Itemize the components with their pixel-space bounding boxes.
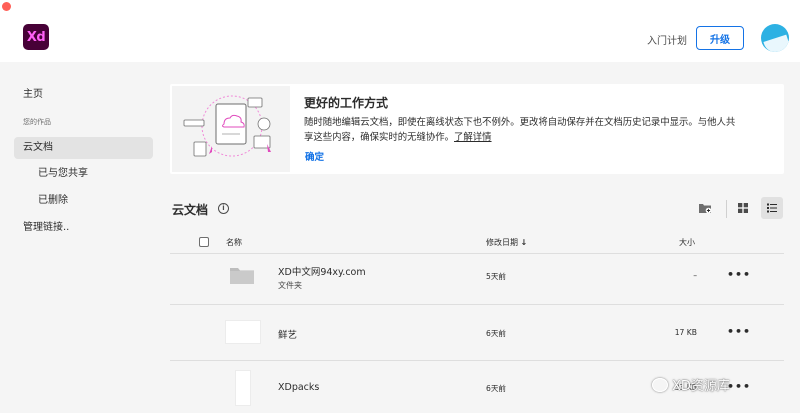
column-header-size[interactable]: 大小 xyxy=(679,237,695,248)
sidebar-item-manage-links[interactable]: 管理链接.. xyxy=(23,217,69,239)
row-name[interactable]: XDpacks xyxy=(278,382,319,393)
arrow-down-icon: ↓ xyxy=(520,238,528,247)
cloud-docs-illustration xyxy=(172,86,290,172)
grid-view-icon xyxy=(738,203,748,213)
sidebar-caption-your-work: 您的作品 xyxy=(23,118,51,126)
row-name[interactable]: XD中文网94xy.com xyxy=(278,264,366,278)
banner-confirm-button[interactable]: 确定 xyxy=(305,149,324,163)
row-modified: 6天前 xyxy=(486,329,507,338)
xd-app-logo[interactable]: Xd xyxy=(23,24,49,50)
sidebar-item-shared[interactable]: 已与您共享 xyxy=(38,163,88,185)
watermark: XD资源库 xyxy=(652,375,730,394)
column-header-name[interactable]: 名称 xyxy=(226,237,242,248)
table-row[interactable]: XD中文网94xy.com 文件夹 5天前 – ••• xyxy=(170,250,784,305)
info-banner: 更好的工作方式 随时随地编辑云文档，即使在离线状态下也不例外。更改将自动保存并在… xyxy=(170,84,784,174)
row-name[interactable]: 鲜艺 xyxy=(278,327,297,341)
row-size: – xyxy=(693,271,697,280)
sidebar: 主页 您的作品 云文档 已与您共享 已删除 管理链接.. xyxy=(0,62,160,413)
banner-title: 更好的工作方式 xyxy=(304,96,389,110)
document-thumbnail xyxy=(235,370,251,406)
avatar[interactable] xyxy=(761,24,789,52)
new-folder-icon xyxy=(699,204,712,214)
wechat-icon xyxy=(652,377,668,392)
more-actions-icon[interactable]: ••• xyxy=(727,325,751,338)
more-actions-icon[interactable]: ••• xyxy=(727,380,751,393)
grid-view-button[interactable] xyxy=(732,197,754,219)
sidebar-item-cloud-docs[interactable]: 云文档 xyxy=(23,137,53,159)
info-icon[interactable]: i xyxy=(218,203,229,214)
page-title: 云文档 xyxy=(172,203,209,217)
select-all-checkbox[interactable] xyxy=(199,237,209,247)
row-subtitle: 文件夹 xyxy=(278,281,302,290)
sidebar-item-home[interactable]: 主页 xyxy=(23,84,43,106)
learn-more-link[interactable]: 了解详情 xyxy=(454,132,492,143)
list-view-icon xyxy=(767,203,777,213)
watermark-text: XD资源库 xyxy=(672,379,730,394)
upgrade-button[interactable]: 升级 xyxy=(696,26,744,50)
document-thumbnail xyxy=(225,320,261,344)
sidebar-item-deleted[interactable]: 已删除 xyxy=(38,190,68,212)
folder-icon xyxy=(230,268,254,284)
list-view-button[interactable] xyxy=(761,197,783,219)
table-row[interactable]: 鲜艺 6天前 17 KB ••• xyxy=(170,306,784,361)
row-size: 17 KB xyxy=(674,328,697,337)
window-close-dot[interactable] xyxy=(2,2,11,11)
new-folder-button[interactable] xyxy=(694,197,716,219)
column-header-modified[interactable]: 修改日期 ↓ xyxy=(486,237,527,248)
row-modified: 6天前 xyxy=(486,384,507,393)
toolbar-divider xyxy=(726,200,727,218)
row-modified: 5天前 xyxy=(486,272,507,281)
plan-link[interactable]: 入门计划 xyxy=(647,32,687,47)
banner-description: 随时随地编辑云文档，即使在离线状态下也不例外。更改将自动保存并在文档历史记录中显… xyxy=(304,117,736,143)
more-actions-icon[interactable]: ••• xyxy=(727,268,751,281)
top-header: Xd 入门计划 升级 xyxy=(0,0,800,62)
